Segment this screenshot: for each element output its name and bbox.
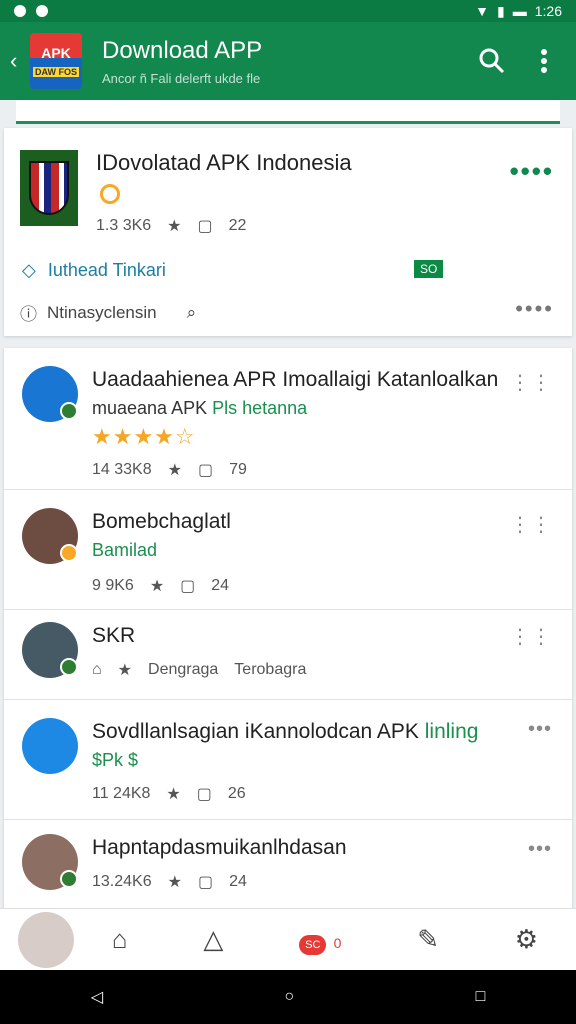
- more-icon[interactable]: ••••: [510, 156, 554, 187]
- badge-icon: [60, 544, 78, 562]
- back-icon[interactable]: ‹: [10, 48, 28, 74]
- list-item[interactable]: Bomebchaglatl Bamilad 9 9K6 ★ ▢ 24 ⋮⋮: [4, 490, 572, 610]
- signal-icon: ▮: [497, 2, 505, 19]
- app-subtitle: Ancor ñ Fali delerft ukde fle: [102, 70, 261, 86]
- list-item[interactable]: Hapntapdasmuikanlhdasan 13.24K6 ★ ▢ 24 •••: [4, 820, 572, 910]
- overflow-menu-icon[interactable]: [524, 41, 564, 81]
- rating-stars: ★★★★☆: [92, 424, 196, 449]
- profile-avatar[interactable]: [18, 911, 74, 968]
- comment-icon: ▢: [196, 786, 212, 803]
- featured-footer: ⓘ Ntinasyclensin ⌕: [20, 300, 196, 325]
- back-nav-icon[interactable]: ◁: [91, 987, 103, 1007]
- comment-icon: ▢: [180, 578, 196, 595]
- tab-strip: [16, 100, 560, 124]
- badge-icon: [60, 870, 78, 888]
- settings-icon[interactable]: ⚙: [515, 924, 538, 955]
- app-icon: [20, 150, 78, 226]
- search-icon[interactable]: [472, 41, 512, 81]
- list-item[interactable]: Uaadaahienea APR Imoallaigi Katanloalkan…: [4, 348, 572, 490]
- app-bar: ‹ APK DAW FOS Download APP Ancor ñ Fali …: [0, 22, 576, 100]
- comment-icon: ▢: [197, 874, 214, 891]
- badge-icon: [60, 658, 78, 676]
- status-bar: ▼ ▮ ▬ 1:26: [0, 0, 576, 22]
- comment-icon: ▢: [197, 462, 214, 479]
- app-list: Uaadaahienea APR Imoallaigi Katanloalkan…: [4, 348, 572, 910]
- info-icon: ⓘ: [20, 305, 37, 324]
- comment-icon: ▢: [197, 218, 213, 235]
- link-icon: ◇: [22, 260, 36, 280]
- battery-icon: ▬: [512, 3, 527, 19]
- wifi-icon: ▼: [475, 3, 490, 19]
- verified-icon: [100, 184, 120, 204]
- star-icon: ★: [166, 786, 181, 803]
- star-icon: ★: [167, 462, 182, 479]
- notification-icon-2: [36, 5, 48, 17]
- status-time: 1:26: [534, 3, 562, 19]
- notification-icon: [14, 5, 26, 17]
- featured-title: IDovolatad APK Indonesia: [96, 150, 352, 175]
- more-icon[interactable]: •••: [528, 838, 552, 861]
- featured-card[interactable]: IDovolatad APK Indonesia •••• 1.3 3K6 ★ …: [4, 128, 572, 336]
- featured-link[interactable]: ◇ Iuthead Tinkari: [22, 260, 166, 281]
- home-icon: ⌂: [92, 661, 102, 678]
- bottom-nav: ⌂ △ SC 0 ✎ ⚙: [0, 908, 576, 970]
- drag-handle-icon[interactable]: ⋮⋮: [510, 370, 552, 395]
- list-item[interactable]: SKR ⌂ ★ Dengraga Terobagra ⋮⋮: [4, 610, 572, 700]
- search-small-icon: ⌕: [186, 302, 197, 322]
- featured-meta: 1.3 3K6 ★ ▢ 22: [96, 217, 247, 235]
- featured-tag: SO: [414, 260, 444, 278]
- badge-icon: [60, 402, 78, 420]
- home-icon[interactable]: ⌂: [112, 924, 128, 955]
- system-nav-bar: ◁ ○ □: [0, 970, 576, 1024]
- drag-handle-icon[interactable]: ⋮⋮: [510, 512, 552, 537]
- avatar: [22, 718, 78, 774]
- app-title: Download APP: [102, 36, 263, 64]
- recents-nav-icon[interactable]: □: [476, 988, 486, 1006]
- more-icon[interactable]: •••: [528, 718, 552, 741]
- drag-handle-icon[interactable]: ⋮⋮: [510, 624, 552, 649]
- star-icon: ★: [149, 578, 165, 595]
- notifications-tab[interactable]: SC 0: [299, 924, 341, 955]
- star-icon: ★: [167, 218, 182, 235]
- edit-icon[interactable]: ✎: [417, 924, 439, 955]
- star-icon: ★: [117, 662, 133, 679]
- home-nav-icon[interactable]: ○: [284, 988, 294, 1006]
- star-icon: ★: [167, 874, 182, 891]
- app-logo: APK DAW FOS: [30, 33, 82, 89]
- footer-more-icon[interactable]: ••••: [515, 296, 554, 322]
- list-item[interactable]: Sovdllanlsagian iKannolodcan APK linling…: [4, 700, 572, 820]
- explore-icon[interactable]: △: [203, 924, 223, 955]
- content: IDovolatad APK Indonesia •••• 1.3 3K6 ★ …: [0, 100, 576, 968]
